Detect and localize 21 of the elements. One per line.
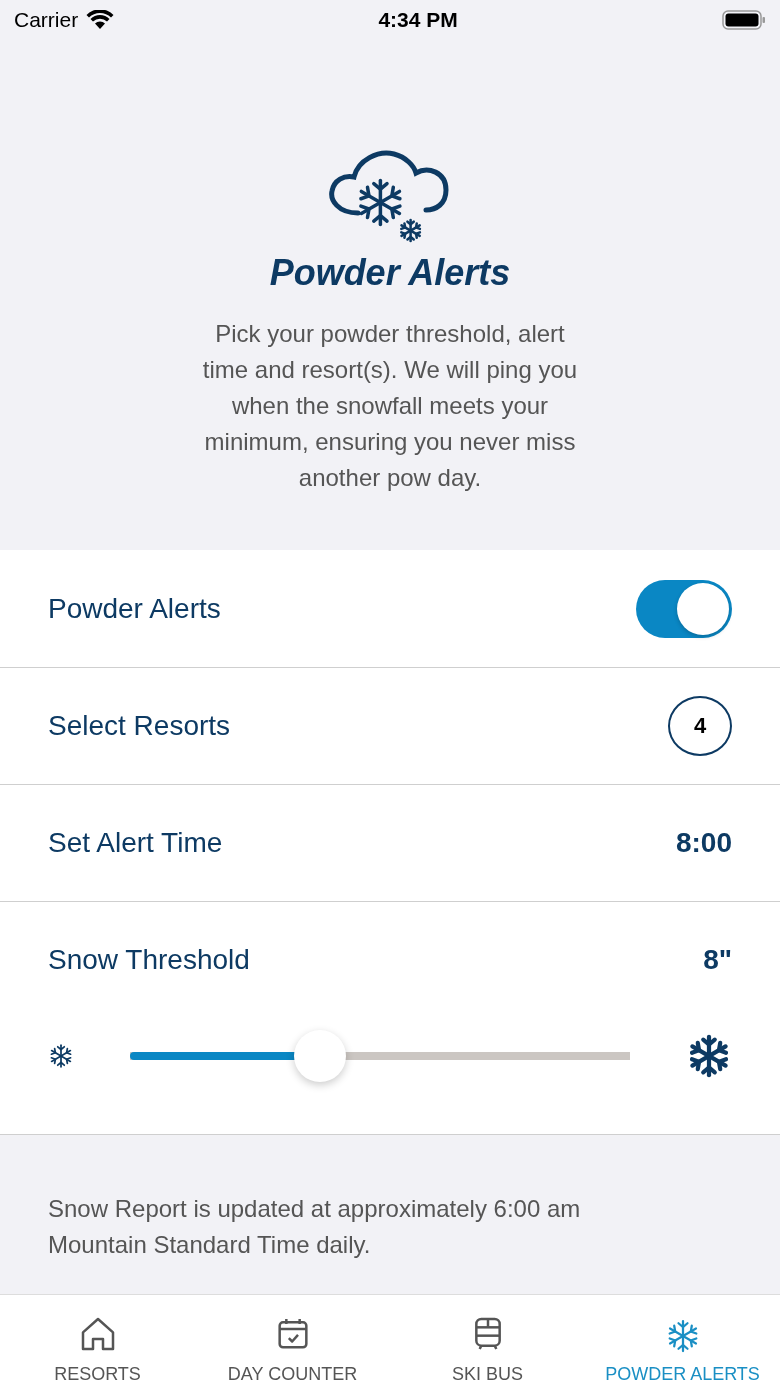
setting-label: Snow Threshold — [48, 944, 250, 976]
carrier-label: Carrier — [14, 8, 79, 32]
update-note: Snow Report is updated at approximately 6:00 am Mountain Standard Time daily. — [48, 1195, 581, 1258]
clock-time: 4:34 PM — [378, 8, 458, 32]
description-text: Pick your powder threshold, alert time and resort(s). We will ping you when the snowfall meets your minimum, ensuring you never miss another pow day. — [201, 319, 579, 493]
setting-label: Set Alert Time — [48, 827, 223, 859]
setting-label: Powder Alerts — [48, 592, 221, 625]
wifi-icon — [86, 10, 115, 30]
battery-icon — [722, 9, 766, 31]
tab-bar-item[interactable]: POWDER ALERTS — [585, 1295, 780, 1387]
tab-bar-item[interactable]: SKI BUS — [390, 1295, 585, 1387]
setting-value: 8" — [703, 944, 732, 976]
setting-label: Select Resorts — [48, 710, 231, 742]
screen-title: Powder Alerts — [269, 252, 511, 294]
tab-bar-item[interactable]: RESORTS — [0, 1295, 195, 1387]
small-snowflake-icon — [48, 1043, 74, 1069]
tab-bar-item[interactable]: DAY COUNTER — [195, 1295, 390, 1387]
slider-thumb[interactable] — [294, 1030, 346, 1082]
resort-count[interactable]: 4 — [668, 696, 732, 756]
toggle-switch[interactable] — [636, 579, 732, 638]
setting-value[interactable]: 8:00 — [675, 827, 732, 859]
